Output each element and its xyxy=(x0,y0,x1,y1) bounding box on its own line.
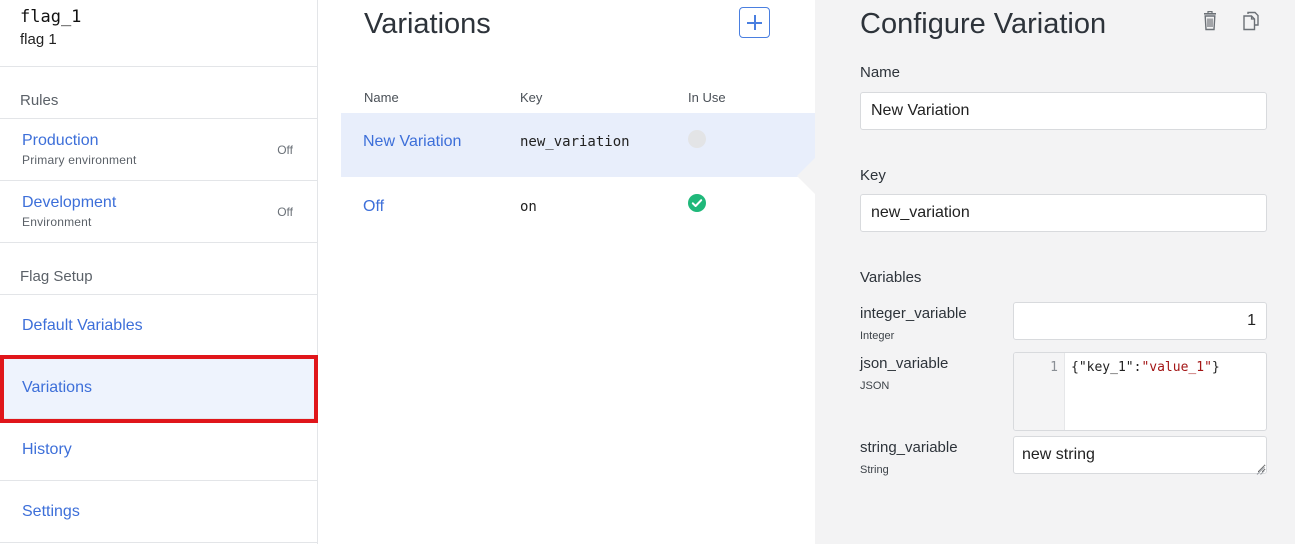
integer-variable-input[interactable] xyxy=(1013,302,1267,340)
json-variable-type: JSON xyxy=(860,380,890,392)
key-label: Key xyxy=(860,167,886,184)
env-subtitle: Primary environment xyxy=(22,153,137,167)
panel-pointer xyxy=(797,158,815,194)
not-in-use-icon xyxy=(688,130,706,148)
line-number: 1 xyxy=(1014,353,1065,430)
copy-icon[interactable] xyxy=(1242,11,1260,31)
sidebar-item-history[interactable]: History xyxy=(0,419,317,481)
page-title: Variations xyxy=(364,8,491,40)
json-token: } xyxy=(1211,360,1220,375)
sidebar-item-default-variables[interactable]: Default Variables xyxy=(0,295,317,357)
column-header-name: Name xyxy=(364,90,399,105)
string-variable-type: String xyxy=(860,464,889,476)
env-name: Production xyxy=(22,132,99,149)
variation-name-input[interactable] xyxy=(860,92,1267,130)
flag-setup-section-label: Flag Setup xyxy=(0,243,317,295)
table-row[interactable]: Off on xyxy=(341,177,815,241)
table-row[interactable]: New Variation new_variation xyxy=(341,113,815,177)
json-variable-editor[interactable]: 1 {"key_1":"value_1"} xyxy=(1013,352,1267,431)
json-variable-name: json_variable xyxy=(860,355,949,372)
add-variation-button[interactable] xyxy=(739,7,770,38)
integer-variable-type: Integer xyxy=(860,330,895,342)
integer-variable-name: integer_variable xyxy=(860,305,967,322)
column-header-key: Key xyxy=(520,90,543,105)
variation-key: new_variation xyxy=(520,134,630,150)
name-label: Name xyxy=(860,64,901,81)
flag-header: flag_1 flag 1 xyxy=(0,0,317,67)
rules-section-label: Rules xyxy=(0,67,317,119)
flag-key: flag_1 xyxy=(20,7,82,27)
column-header-in-use: In Use xyxy=(688,90,726,105)
panel-title: Configure Variation xyxy=(860,8,1107,40)
sidebar-item-production[interactable]: Production Primary environment Off xyxy=(0,119,317,181)
variables-label: Variables xyxy=(860,269,922,286)
flag-name: flag 1 xyxy=(20,31,57,48)
string-variable-input[interactable]: new string xyxy=(1013,436,1267,474)
sidebar: flag_1 flag 1 Rules Production Primary e… xyxy=(0,0,318,544)
json-code: {"key_1":"value_1"} xyxy=(1071,360,1220,375)
variation-name: Off xyxy=(363,198,385,215)
env-subtitle: Environment xyxy=(22,215,92,229)
check-circle-icon xyxy=(688,194,706,212)
variation-key: on xyxy=(520,199,537,215)
sidebar-item-variations[interactable]: Variations xyxy=(0,357,317,419)
trash-icon[interactable] xyxy=(1201,10,1219,31)
json-token: {"key_1": xyxy=(1071,360,1142,375)
variation-key-input[interactable] xyxy=(860,194,1267,232)
configure-panel: Configure Variation Name Key Variables i… xyxy=(815,0,1295,544)
string-variable-name: string_variable xyxy=(860,439,958,456)
env-name: Development xyxy=(22,194,117,211)
env-status: Off xyxy=(277,205,293,219)
sidebar-item-development[interactable]: Development Environment Off xyxy=(0,181,317,243)
json-string-token: "value_1" xyxy=(1141,360,1212,375)
variation-name: New Variation xyxy=(363,133,462,150)
env-status: Off xyxy=(277,143,293,157)
variations-pane: Variations Name Key In Use New Variation… xyxy=(318,0,815,544)
sidebar-item-settings[interactable]: Settings xyxy=(0,481,317,543)
